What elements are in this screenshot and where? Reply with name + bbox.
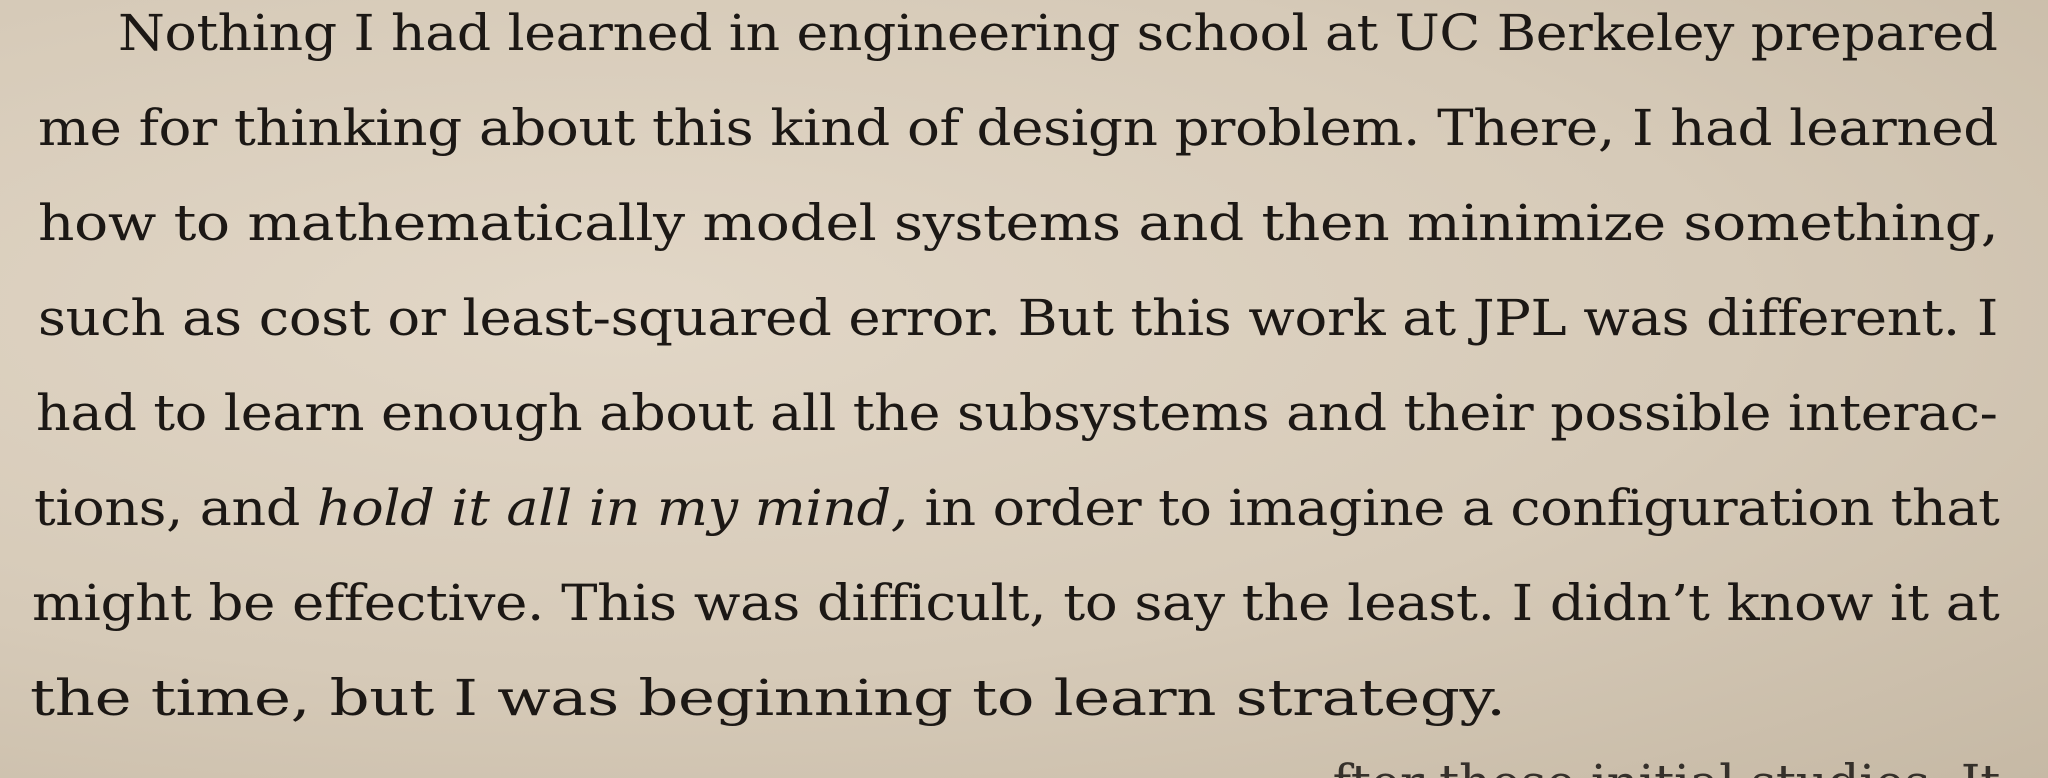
text-line: might be effective. This was difficult, … [32,574,2000,632]
text-line: the time, but I was beginning to learn s… [30,669,1506,727]
italic-text-run: hold it all in my mind, [316,479,908,537]
book-page: Nothing I had learned in engineering sch… [0,0,2048,778]
text-line: such as cost or least-squared error. But… [38,289,1998,347]
text-line: how to mathematically model systems and … [38,194,1999,252]
text-line: had to learn enough about all the subsys… [36,384,1998,442]
text-line: tions, and hold it all in my mind, in or… [34,483,2000,533]
text-run: tions, and [34,479,317,537]
cut-off-text-line: fter those initial studies. It [30,758,2001,778]
text-line: me for thinking about this kind of desig… [38,99,1998,157]
text-run: in order to imagine a configuration that [907,479,2000,537]
text-line: Nothing I had learned in engineering sch… [118,4,1998,62]
